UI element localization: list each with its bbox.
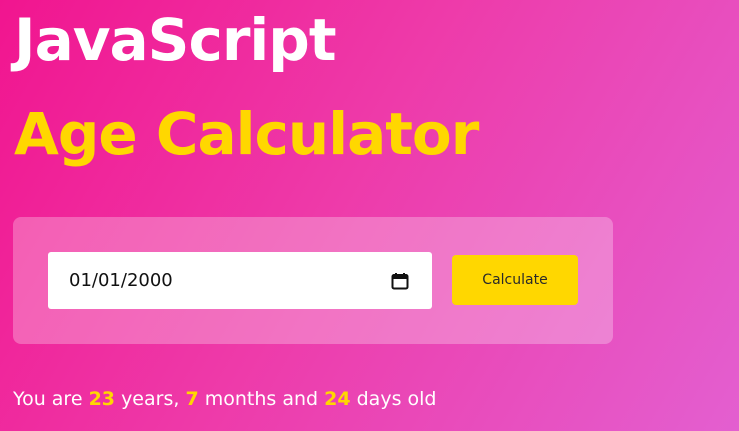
result-years-label: years,: [121, 388, 180, 410]
calculate-button[interactable]: Calculate: [452, 255, 578, 305]
calculator-card: 01/01/2000 Calculate: [13, 217, 613, 344]
result-months: 7: [185, 388, 199, 410]
result-days: 24: [324, 388, 351, 410]
birthdate-input[interactable]: 01/01/2000: [48, 252, 432, 309]
page-title: JavaScript: [14, 6, 337, 74]
result-years: 23: [88, 388, 116, 410]
birthdate-value[interactable]: 01/01/2000: [69, 270, 390, 291]
result-prefix: You are: [13, 388, 83, 410]
result-days-label: days old: [356, 388, 437, 410]
calendar-icon[interactable]: [390, 271, 410, 291]
page-subtitle: Age Calculator: [14, 100, 479, 168]
age-result: You are 23 years, 7 months and 24 days o…: [13, 384, 436, 414]
result-months-label: months and: [204, 388, 319, 410]
